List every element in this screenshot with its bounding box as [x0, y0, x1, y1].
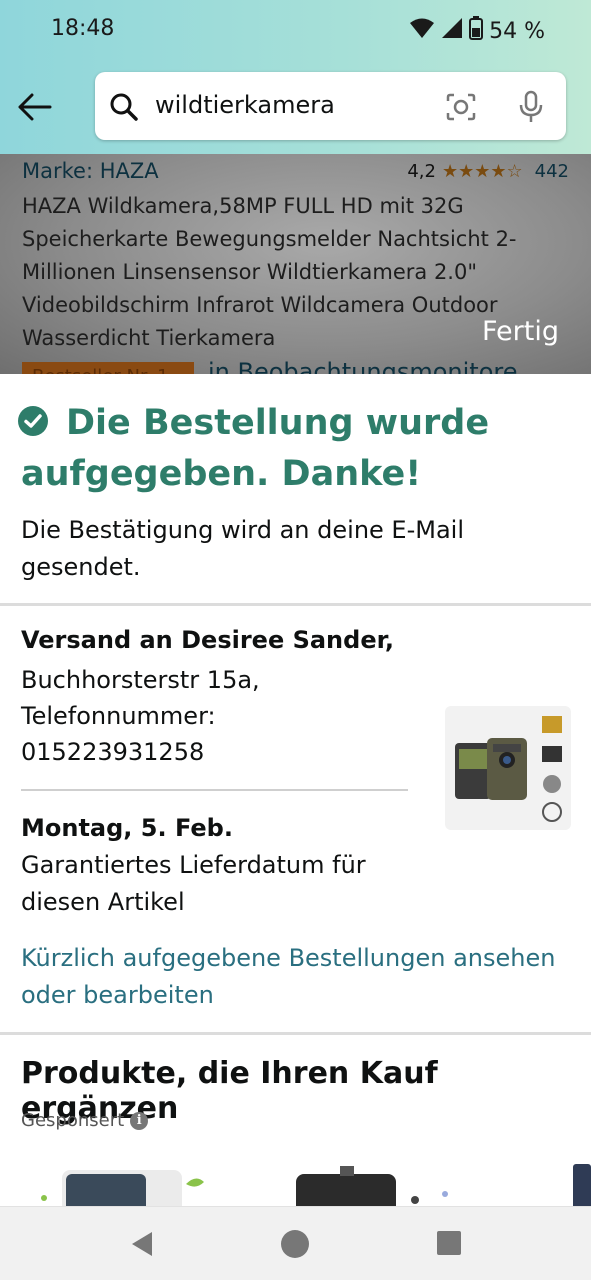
phone-number: 015223931258	[21, 738, 205, 766]
product-rating[interactable]: 4,2 ★★★★☆ 442	[407, 161, 569, 182]
rating-count: 442	[534, 161, 569, 182]
wifi-icon	[409, 17, 435, 45]
search-icon	[109, 92, 139, 126]
battery-percent: 54 %	[489, 18, 545, 44]
delivery-note: Garantiertes Lieferdatum für diesen Arti…	[21, 851, 366, 916]
shipping-details: Buchhorsterstr 15a, Telefonnummer: 01522…	[21, 662, 260, 770]
sponsored-label[interactable]: Gesponsert i	[21, 1110, 149, 1131]
section-divider	[0, 1032, 591, 1035]
info-icon[interactable]: i	[130, 1111, 149, 1130]
search-bar[interactable]: wildtierkamera	[95, 72, 566, 140]
camera-search-icon[interactable]	[445, 92, 477, 126]
product-summary-dimmed: Marke: HAZA 4,2 ★★★★☆ 442 HAZA Wildkamer…	[0, 154, 591, 374]
done-button[interactable]: Fertig	[482, 316, 559, 347]
delivery-date: Montag, 5. Feb.	[21, 814, 233, 842]
bestseller-badge: Bestseller Nr. 1	[22, 362, 194, 374]
status-bar: 18:48 54 %	[0, 14, 591, 46]
back-arrow-icon	[18, 93, 52, 121]
confirmation-title-line2: aufgegeben. Danke!	[21, 454, 422, 494]
status-icons: 54 %	[409, 16, 545, 46]
recent-orders-link[interactable]: Kürzlich aufgegebene Bestellungen ansehe…	[21, 940, 576, 1014]
microphone-icon[interactable]	[518, 90, 544, 128]
recommended-product-card[interactable]	[290, 1164, 450, 1206]
bestseller-category-link[interactable]: in Beobachtungsmonitore	[208, 358, 517, 374]
nav-home-icon[interactable]	[280, 1229, 310, 1263]
confirmation-title-line1: Die Bestellung wurde	[66, 403, 490, 443]
top-header: 18:48 54 % wildtierkamera	[0, 0, 591, 154]
inner-divider	[21, 789, 408, 791]
search-query[interactable]: wildtierkamera	[155, 91, 335, 119]
nav-recents-icon[interactable]	[436, 1229, 462, 1259]
recommended-product-card[interactable]	[570, 1164, 591, 1206]
nav-back-icon[interactable]	[128, 1229, 156, 1263]
system-navigation-bar	[0, 1206, 591, 1280]
confirmation-subtitle: Die Bestätigung wird an deine E-Mail ges…	[21, 516, 464, 581]
product-title: HAZA Wildkamera,58MP FULL HD mit 32G Spe…	[22, 194, 517, 350]
battery-icon	[469, 16, 484, 46]
phone-label: Telefonnummer:	[21, 702, 216, 730]
back-button[interactable]	[14, 88, 56, 126]
status-time: 18:48	[51, 16, 115, 41]
order-confirmation-sheet: Die Bestellung wurde aufgegeben. Danke! …	[0, 374, 591, 1206]
shipping-address: Buchhorsterstr 15a,	[21, 666, 260, 694]
signal-icon	[441, 17, 463, 45]
shipping-recipient: Versand an Desiree Sander,	[21, 626, 395, 654]
rating-value: 4,2	[407, 161, 436, 182]
star-rating-icon: ★★★★☆	[441, 161, 523, 182]
product-brand[interactable]: Marke: HAZA	[22, 159, 159, 183]
section-divider	[0, 603, 591, 606]
ordered-product-thumbnail[interactable]	[445, 706, 571, 830]
recommended-product-card[interactable]	[36, 1164, 216, 1206]
confirmation-heading: Die Bestellung wurde aufgegeben. Danke!	[18, 398, 578, 500]
check-circle-icon	[18, 406, 48, 436]
sponsored-text: Gesponsert	[21, 1110, 125, 1131]
